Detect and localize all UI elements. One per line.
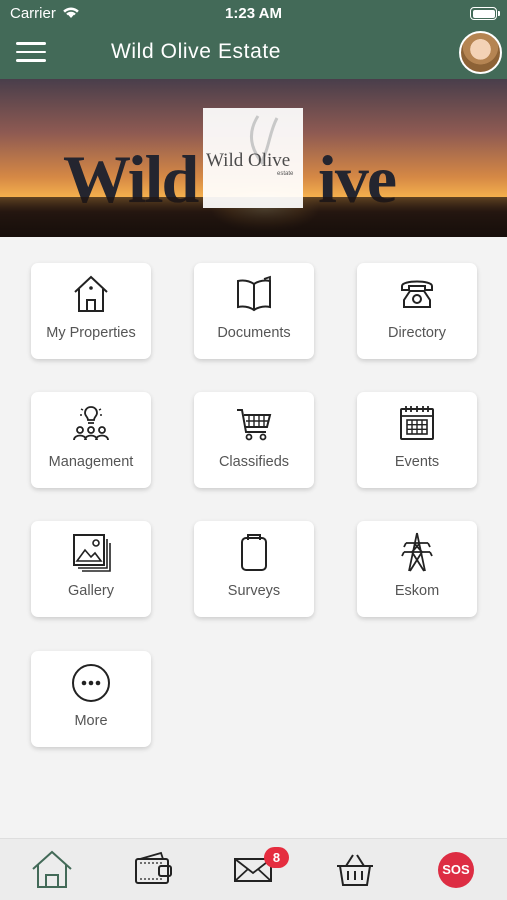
tab-wallet[interactable]: [132, 849, 176, 891]
more-icon: [72, 664, 110, 702]
management-icon: [73, 406, 109, 441]
tile-label: Directory: [387, 325, 446, 341]
tile-label: Documents: [217, 325, 291, 341]
hamburger-menu-button[interactable]: [16, 42, 46, 62]
battery-icon: [470, 7, 500, 20]
tab-home[interactable]: [30, 849, 74, 891]
tab-basket[interactable]: [333, 849, 377, 891]
tile-gallery[interactable]: Gallery: [31, 521, 151, 617]
tile-label: More: [74, 713, 108, 729]
tile-more[interactable]: More: [31, 651, 151, 747]
tile-eskom[interactable]: Eskom: [357, 521, 477, 617]
top-bar: Carrier 1:23 AM Wild Olive Estate: [0, 0, 507, 79]
estate-banner: Wild ive Wild Olive estate: [0, 79, 507, 237]
house-icon: [74, 275, 108, 312]
estate-logo: Wild Olive estate: [203, 108, 303, 208]
estate-logo-subtext: estate: [277, 171, 294, 177]
shopping-cart-icon: [237, 409, 272, 441]
book-icon: [237, 275, 271, 312]
tile-label: Management: [48, 454, 134, 470]
tile-label: Eskom: [394, 583, 440, 599]
tile-documents[interactable]: Documents: [194, 263, 314, 359]
sos-button[interactable]: SOS: [438, 852, 474, 888]
tile-label: Events: [394, 454, 440, 470]
home-icon: [32, 850, 72, 888]
telephone-icon: [401, 280, 433, 308]
wallet-icon: [135, 851, 172, 884]
status-time: 1:23 AM: [225, 5, 282, 22]
clipboard-icon: [241, 534, 267, 571]
messages-badge: 8: [264, 847, 289, 868]
bottom-tab-bar: [0, 838, 507, 900]
gallery-icon: [73, 534, 111, 572]
calendar-icon: [400, 406, 434, 440]
tile-my-properties[interactable]: My Properties: [31, 263, 151, 359]
profile-avatar[interactable]: [459, 31, 502, 74]
basket-icon: [337, 854, 373, 886]
tile-classifieds[interactable]: Classifieds: [194, 392, 314, 488]
tile-management[interactable]: Management: [31, 392, 151, 488]
tile-label: Classifieds: [218, 454, 290, 470]
app-title: Wild Olive Estate: [111, 40, 282, 63]
tile-surveys[interactable]: Surveys: [194, 521, 314, 617]
status-bar: Carrier 1:23 AM: [0, 0, 507, 28]
tile-label: My Properties: [46, 325, 136, 341]
tile-label: Gallery: [68, 583, 114, 599]
power-tower-icon: [401, 532, 433, 572]
tile-label: Surveys: [227, 583, 281, 599]
estate-logo-text: Wild Olive: [206, 150, 291, 171]
tile-directory[interactable]: Directory: [357, 263, 477, 359]
tile-events[interactable]: Events: [357, 392, 477, 488]
